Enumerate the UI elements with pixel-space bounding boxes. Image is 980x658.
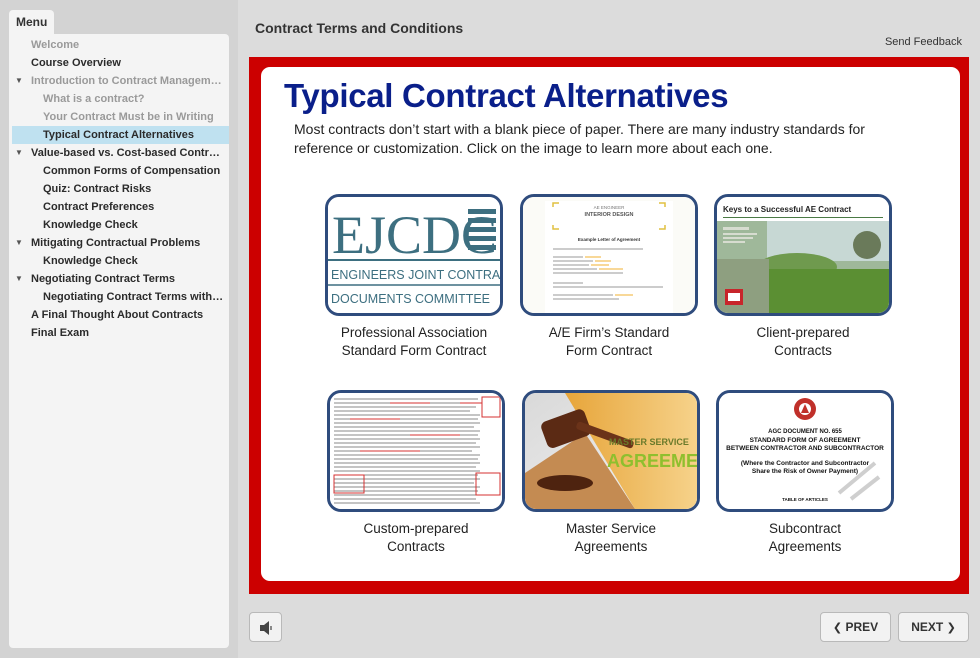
- sidebar: Menu Welcome Course Overview ▼ Introduction…: [0, 0, 238, 658]
- menu-item-label: Welcome: [31, 39, 80, 51]
- svg-text:AE ENGINEER: AE ENGINEER: [594, 205, 626, 210]
- menu-item[interactable]: A Final Thought About Contracts: [9, 306, 229, 324]
- agc-document-image: AGC DOCUMENT NO. 655 STANDARD FORM OF AG…: [719, 393, 891, 509]
- letter-document-image: AE ENGINEER INTERIOR DESIGN Example Lett…: [523, 197, 695, 313]
- svg-text:AGC DOCUMENT NO. 655: AGC DOCUMENT NO. 655: [768, 429, 842, 435]
- menu-tab[interactable]: Menu: [9, 10, 54, 35]
- svg-text:STANDARD FORM OF AGREEMENT: STANDARD FORM OF AGREEMENT: [750, 437, 861, 444]
- prev-button[interactable]: ❮ PREV: [820, 612, 891, 642]
- menu-item[interactable]: ▼ Introduction to Contract Management: [9, 72, 229, 90]
- tile-caption: A/E Firm’s Standard Form Contract: [548, 325, 670, 358]
- slide-frame: Typical Contract Alternatives Most contr…: [249, 57, 969, 594]
- redline-document-image: [330, 393, 502, 509]
- main-content: Contract Terms and Conditions Send Feedb…: [238, 0, 980, 658]
- tile-professional-association[interactable]: EJCDC ENGINEERS JOINT CONTRACT DOCUMENTS…: [316, 194, 512, 360]
- menu-item[interactable]: Contract Preferences: [9, 198, 229, 216]
- menu-item[interactable]: Quiz: Contract Risks: [9, 180, 229, 198]
- letter-thumbnail[interactable]: AE ENGINEER INTERIOR DESIGN Example Lett…: [520, 194, 698, 316]
- send-feedback-link[interactable]: Send Feedback: [885, 36, 962, 48]
- menu-item-label: Contract Preferences: [43, 201, 155, 213]
- svg-text:Share the Risk of Owner Paymen: Share the Risk of Owner Payment): [752, 468, 858, 475]
- menu-item[interactable]: ▼ Mitigating Contractual Problems: [9, 234, 229, 252]
- chevron-right-icon: ❯: [946, 622, 956, 634]
- presentation-slide-image: Keys to a Successful AE Contract: [717, 197, 889, 313]
- expand-arrow-icon[interactable]: ▼: [15, 72, 23, 90]
- tile-client-prepared[interactable]: Keys to a Successful AE Contract Client-…: [705, 194, 901, 360]
- tile-caption: Master Service Agreements: [565, 521, 657, 554]
- menu-item[interactable]: Final Exam: [9, 324, 229, 342]
- svg-text:AGREEMENT: AGREEMENT: [607, 451, 697, 471]
- menu-item-label: Negotiating Contract Terms: [31, 273, 176, 285]
- svg-text:DOCUMENTS COMMITTEE: DOCUMENTS COMMITTEE: [331, 292, 490, 306]
- menu-item[interactable]: Welcome: [9, 36, 229, 54]
- menu-item-label: Value-based vs. Cost-based Contracts: [31, 147, 229, 159]
- tile-caption: Custom-prepared Contracts: [363, 521, 469, 554]
- menu-item-label: Knowledge Check: [43, 219, 138, 231]
- slide-intro: Most contracts don’t start with a blank …: [294, 121, 865, 156]
- menu-item-label: Typical Contract Alternatives: [43, 129, 194, 141]
- slide-heading: Typical Contract Alternatives: [284, 77, 729, 114]
- menu-item[interactable]: Typical Contract Alternatives: [12, 126, 229, 144]
- svg-text:BETWEEN CONTRACTOR AND SUBCONT: BETWEEN CONTRACTOR AND SUBCONTRACTOR: [726, 445, 884, 452]
- ae-contract-thumbnail[interactable]: Keys to a Successful AE Contract: [714, 194, 892, 316]
- next-button[interactable]: NEXT ❯: [898, 612, 969, 642]
- menu-item-label: Quiz: Contract Risks: [43, 183, 152, 195]
- course-title: Contract Terms and Conditions: [255, 20, 464, 36]
- menu-item[interactable]: Course Overview: [9, 54, 229, 72]
- menu-item[interactable]: Common Forms of Compensation: [9, 162, 229, 180]
- menu-item-label: What is a contract?: [43, 93, 145, 105]
- expand-arrow-icon[interactable]: ▼: [15, 144, 23, 162]
- menu-item-label: A Final Thought About Contracts: [31, 309, 204, 321]
- menu-item[interactable]: Knowledge Check: [9, 252, 229, 270]
- menu-item-label: Introduction to Contract Management: [31, 75, 228, 87]
- ejcdc-thumbnail[interactable]: EJCDC ENGINEERS JOINT CONTRACT DOCUMENTS…: [325, 194, 503, 316]
- menu-item-label: Final Exam: [31, 327, 90, 339]
- menu-item-label: Knowledge Check: [43, 255, 138, 267]
- redline-document-thumbnail[interactable]: [327, 390, 505, 512]
- chevron-left-icon: ❮: [832, 622, 843, 634]
- menu-item-label: Your Contract Must be in Writing: [43, 111, 214, 123]
- svg-text:ENGINEERS JOINT CONTRACT: ENGINEERS JOINT CONTRACT: [331, 268, 500, 282]
- menu-item[interactable]: Knowledge Check: [9, 216, 229, 234]
- slide-card: Typical Contract Alternatives Most contr…: [261, 67, 960, 581]
- menu-item[interactable]: ▼ Value-based vs. Cost-based Contracts: [9, 144, 229, 162]
- expand-arrow-icon[interactable]: ▼: [15, 270, 23, 288]
- menu-item[interactable]: Negotiating Contract Terms with Clients: [9, 288, 229, 306]
- audio-button[interactable]: [249, 612, 282, 642]
- svg-text:TABLE OF ARTICLES: TABLE OF ARTICLES: [782, 497, 828, 502]
- agc-document-thumbnail[interactable]: AGC DOCUMENT NO. 655 STANDARD FORM OF AG…: [716, 390, 894, 512]
- tile-custom-prepared[interactable]: Custom-prepared Contracts: [318, 390, 514, 556]
- gavel-image: MASTER SERVICE AGREEMENT: [525, 393, 697, 509]
- menu-item-label: Negotiating Contract Terms with Clients: [43, 291, 229, 303]
- ejcdc-logo-image: EJCDC ENGINEERS JOINT CONTRACT DOCUMENTS…: [328, 197, 500, 313]
- master-service-thumbnail[interactable]: MASTER SERVICE AGREEMENT: [522, 390, 700, 512]
- tile-caption: Professional Association Standard Form C…: [340, 325, 488, 358]
- svg-text:MASTER SERVICE: MASTER SERVICE: [609, 437, 689, 447]
- tile-ae-firm-standard[interactable]: AE ENGINEER INTERIOR DESIGN Example Lett…: [511, 194, 707, 360]
- menu-panel: Welcome Course Overview ▼ Introduction to C…: [9, 34, 229, 648]
- tile-caption: Subcontract Agreements: [768, 521, 842, 554]
- menu-item[interactable]: Your Contract Must be in Writing: [9, 108, 229, 126]
- svg-text:INTERIOR DESIGN: INTERIOR DESIGN: [585, 212, 634, 218]
- tile-master-service[interactable]: MASTER SERVICE AGREEMENT Master Service …: [513, 390, 709, 556]
- expand-arrow-icon[interactable]: ▼: [15, 234, 23, 252]
- menu-item[interactable]: ▼ Negotiating Contract Terms: [9, 270, 229, 288]
- svg-text:(Where the Contractor and Subc: (Where the Contractor and Subcontractor: [741, 460, 870, 467]
- tile-subcontract[interactable]: AGC DOCUMENT NO. 655 STANDARD FORM OF AG…: [707, 390, 903, 556]
- svg-text:Keys to a Successful AE Contra: Keys to a Successful AE Contract: [723, 205, 852, 214]
- menu-item-label: Common Forms of Compensation: [43, 165, 221, 177]
- menu-item-label: Course Overview: [31, 57, 121, 69]
- tile-caption: Client-prepared Contracts: [756, 325, 850, 358]
- menu-item[interactable]: What is a contract?: [9, 90, 229, 108]
- menu-item-label: Mitigating Contractual Problems: [31, 237, 201, 249]
- speaker-icon: [260, 621, 272, 635]
- svg-text:Example Letter of Agreement: Example Letter of Agreement: [578, 237, 641, 242]
